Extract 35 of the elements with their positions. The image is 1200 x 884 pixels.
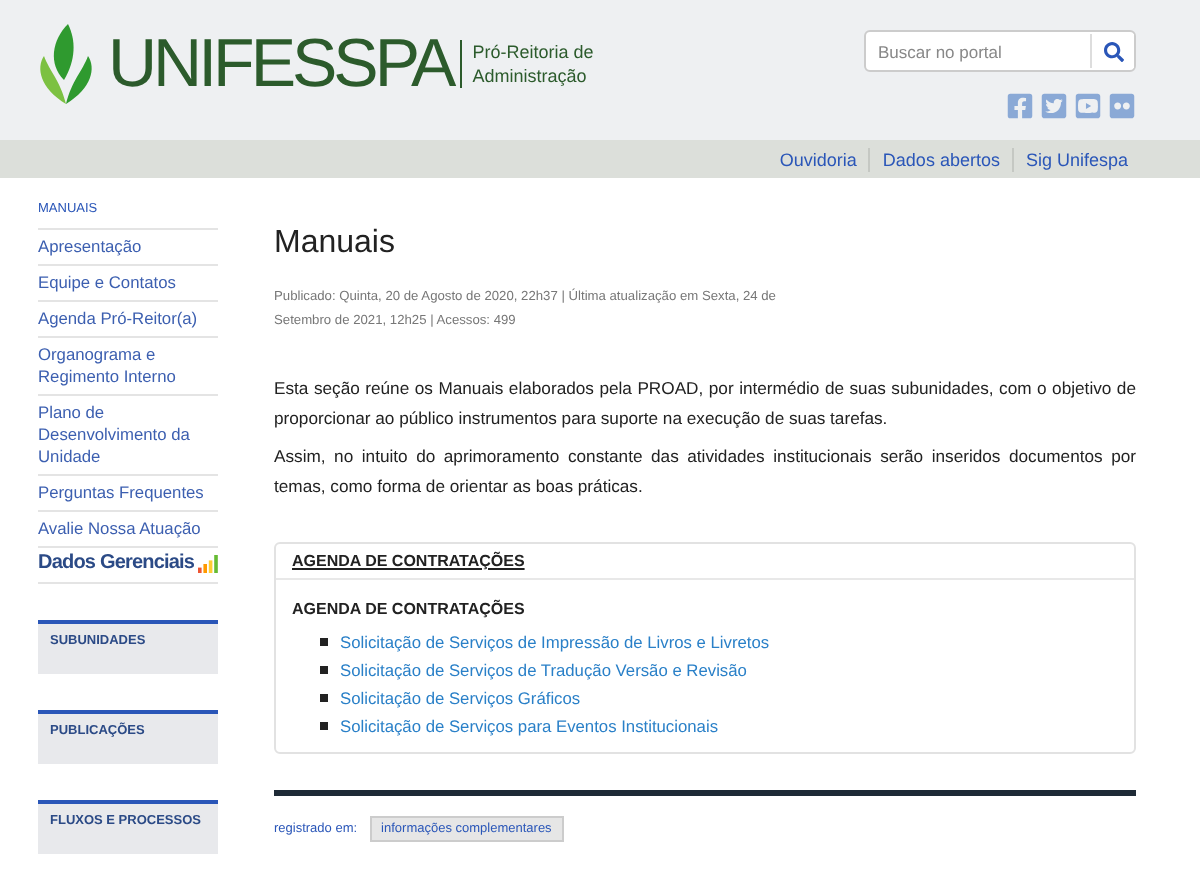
dashboard-banner[interactable]: Dados Gerenciais bbox=[38, 546, 218, 584]
document-link[interactable]: Solicitação de Serviços de Impressão de Livros e Livretos bbox=[340, 632, 770, 652]
sidebar-item[interactable]: Agenda Pró-Reitor(a) bbox=[38, 300, 218, 336]
document-link[interactable]: Solicitação de Serviços Gráficos bbox=[340, 688, 581, 708]
unit-name: Pró-Reitoria de Administração bbox=[460, 40, 594, 88]
sidebar-item[interactable]: Plano de Desenvolvimento da Unidade bbox=[38, 394, 218, 474]
flickr-icon[interactable] bbox=[1108, 92, 1136, 120]
document-link[interactable]: Solicitação de Serviços de Tradução Versão e Revisão bbox=[340, 660, 747, 680]
nav-link[interactable]: Sig Unifespa bbox=[1011, 147, 1140, 171]
panel-tab[interactable]: AGENDA DE CONTRATAÇÕES bbox=[292, 552, 525, 570]
paragraph: Assim, no intuito do aprimoramento constante das atividades institucionais serão inseridos documentos por temas, como forma de orientar as boas práticas. bbox=[274, 444, 1136, 500]
search-icon bbox=[1103, 41, 1123, 61]
paragraph: Esta seção reúne os Manuais elaborados pela PROAD, por intermédio de suas subunidades, com o objetivo de proporcionar ao público instrumentos para suporte na execução de suas tarefas. bbox=[274, 376, 1136, 432]
youtube-icon[interactable] bbox=[1074, 92, 1102, 120]
bullet-icon bbox=[320, 722, 328, 730]
page-title: Manuais bbox=[274, 226, 397, 262]
sidebar-item[interactable]: Organograma e Regimento Interno bbox=[38, 336, 218, 394]
twitter-icon[interactable] bbox=[1040, 92, 1068, 120]
nav-link[interactable]: Ouvidoria bbox=[767, 147, 869, 171]
sidebar-item[interactable]: Apresentação bbox=[38, 228, 218, 264]
bullet-icon bbox=[320, 638, 328, 646]
bullet-icon bbox=[320, 694, 328, 702]
banner-text: Dados Gerenciais bbox=[38, 552, 195, 574]
search-button[interactable] bbox=[1090, 34, 1134, 68]
facebook-icon[interactable] bbox=[1006, 92, 1034, 120]
sidebar-item[interactable]: Perguntas Frequentes bbox=[38, 474, 218, 510]
panel-heading: AGENDA DE CONTRATAÇÕES bbox=[292, 600, 527, 618]
nav-link[interactable]: Dados abertos bbox=[868, 147, 1012, 171]
logo-text: UNIFESSPA bbox=[108, 24, 453, 104]
sidebar-item[interactable]: Avalie Nossa Atuação bbox=[38, 510, 218, 546]
search-bar[interactable]: Buscar no portal bbox=[864, 30, 1136, 72]
sidebar-item[interactable]: Equipe e Contatos bbox=[38, 264, 218, 300]
bar-chart-icon bbox=[198, 554, 218, 574]
bullet-icon bbox=[320, 666, 328, 674]
document-link[interactable]: Solicitação de Serviços para Eventos Institucionais bbox=[340, 716, 719, 736]
